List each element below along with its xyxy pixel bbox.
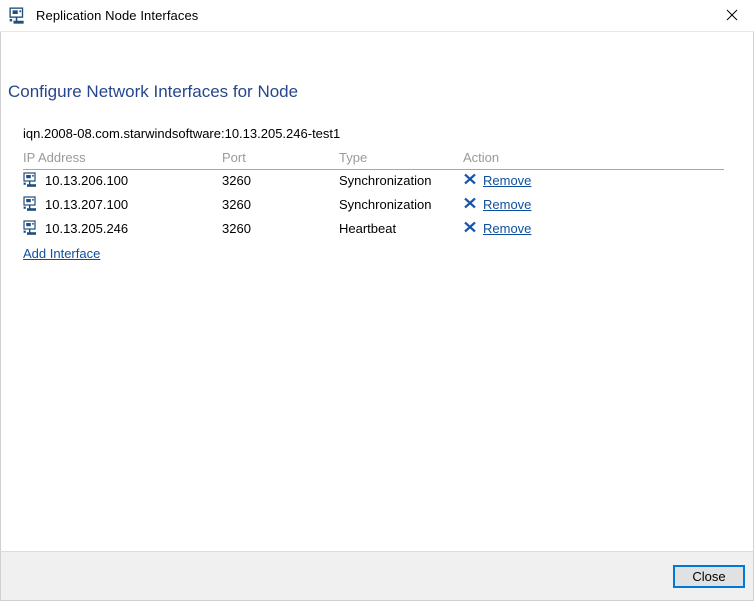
page-title: Configure Network Interfaces for Node — [8, 82, 299, 101]
title-bar: Replication Node Interfaces — [0, 0, 754, 32]
table-row: 10.13.206.100 3260 Synchronization Remov… — [23, 170, 724, 194]
cell-port: 3260 — [222, 173, 251, 188]
x-icon[interactable] — [463, 172, 477, 188]
add-interface-link[interactable]: Add Interface — [23, 246, 100, 261]
column-header-port: Port — [222, 150, 246, 165]
cell-type: Heartbeat — [339, 221, 397, 236]
cell-type: Synchronization — [339, 197, 432, 212]
content-area: Configure Network Interfaces for Node iq… — [0, 32, 754, 551]
remove-link[interactable]: Remove — [483, 173, 531, 188]
table-header-row: IP Address Port Type Action — [23, 150, 724, 168]
close-icon[interactable] — [709, 0, 754, 30]
network-interface-icon — [23, 172, 39, 188]
cell-action: Remove — [463, 196, 531, 212]
target-iqn-label: iqn.2008-08.com.starwindsoftware:10.13.2… — [23, 126, 341, 141]
cell-ip-address: 10.13.206.100 — [23, 172, 128, 188]
replication-node-interfaces-window: Replication Node Interfaces Configure Ne… — [0, 0, 754, 601]
network-interface-icon — [23, 196, 39, 212]
network-interface-icon — [23, 220, 39, 236]
ip-address-value: 10.13.206.100 — [45, 172, 129, 188]
x-icon[interactable] — [463, 196, 477, 212]
cell-action: Remove — [463, 220, 531, 236]
table-row: 10.13.207.100 3260 Synchronization Remov… — [23, 194, 724, 218]
close-button[interactable]: Close — [673, 564, 745, 588]
column-header-ip-address: IP Address — [23, 150, 86, 165]
remove-link[interactable]: Remove — [483, 221, 531, 236]
column-header-type: Type — [339, 150, 368, 165]
cell-port: 3260 — [222, 221, 251, 236]
remove-link[interactable]: Remove — [483, 197, 531, 212]
x-icon[interactable] — [463, 220, 477, 236]
table-row: 10.13.205.246 3260 Heartbeat Remove — [23, 218, 724, 242]
cell-ip-address: 10.13.207.100 — [23, 196, 128, 212]
window-title: Replication Node Interfaces — [36, 8, 199, 23]
cell-port: 3260 — [222, 197, 251, 212]
column-header-action: Action — [463, 150, 500, 165]
dialog-footer: Close — [0, 551, 754, 601]
cell-action: Remove — [463, 172, 531, 188]
cell-type: Synchronization — [339, 173, 432, 188]
ip-address-value: 10.13.205.246 — [45, 220, 129, 236]
network-interface-icon — [9, 6, 27, 25]
interfaces-table: IP Address Port Type Action 10.13.206.10… — [23, 150, 724, 261]
cell-ip-address: 10.13.205.246 — [23, 220, 128, 236]
ip-address-value: 10.13.207.100 — [45, 196, 129, 212]
